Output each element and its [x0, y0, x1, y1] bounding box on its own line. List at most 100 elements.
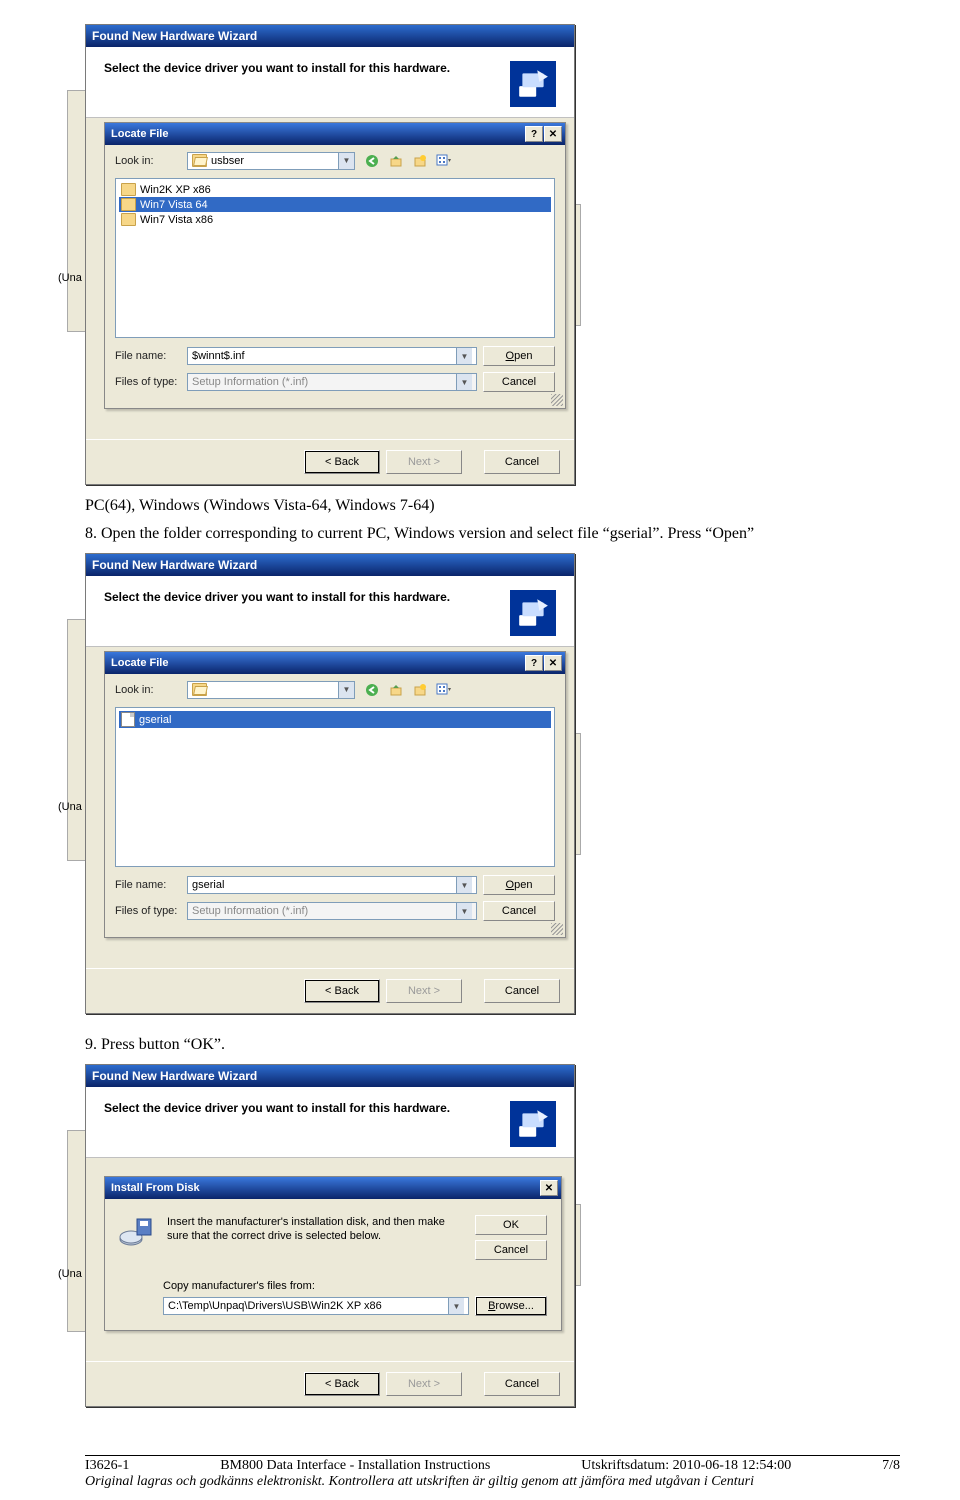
- cancel-button[interactable]: Cancel: [483, 372, 555, 392]
- file-list[interactable]: Win2K XP x86 Win7 Vista 64 Win7 Vista x8…: [115, 178, 555, 338]
- wizard-title: Found New Hardware Wizard: [92, 29, 257, 43]
- wizard-cancel-button[interactable]: Cancel: [484, 1372, 560, 1396]
- wizard-title: Found New Hardware Wizard: [92, 558, 257, 572]
- back-button[interactable]: < Back: [304, 1372, 380, 1396]
- page-number: 7/8: [882, 1458, 900, 1474]
- dropdown-arrow-icon[interactable]: ▼: [338, 682, 354, 698]
- dropdown-arrow-icon[interactable]: ▼: [456, 877, 472, 893]
- wizard-titlebar[interactable]: Found New Hardware Wizard: [86, 25, 574, 47]
- look-in-label: Look in:: [115, 155, 181, 167]
- folder-icon: [121, 183, 136, 196]
- look-in-combo[interactable]: ▼: [187, 681, 355, 699]
- hardware-wizard-dialog-1: Found New Hardware Wizard Select the dev…: [85, 24, 575, 485]
- install-title: Install From Disk: [111, 1182, 200, 1194]
- filename-input[interactable]: $winnt$.inf▼: [187, 347, 477, 365]
- device-icon: [510, 590, 556, 636]
- open-button[interactable]: Open: [483, 875, 555, 895]
- resize-grip[interactable]: [551, 923, 563, 935]
- help-button[interactable]: ?: [525, 655, 543, 671]
- filename-label: File name:: [115, 879, 181, 891]
- file-item[interactable]: gserial: [119, 711, 551, 728]
- footer-disclaimer: Original lagras och godkänns elektronisk…: [85, 1474, 900, 1490]
- background-text: (Una: [58, 801, 82, 813]
- wizard-heading: Select the device driver you want to ins…: [104, 590, 496, 604]
- cancel-button[interactable]: Cancel: [475, 1240, 547, 1260]
- copy-from-label: Copy manufacturer's files from:: [163, 1280, 547, 1292]
- filename-label: File name:: [115, 350, 181, 362]
- folder-open-icon: [192, 154, 207, 167]
- dropdown-arrow-icon[interactable]: ▼: [338, 153, 354, 169]
- look-in-label: Look in:: [115, 684, 181, 696]
- filetype-label: Files of type:: [115, 376, 181, 388]
- look-in-value: usbser: [211, 155, 334, 167]
- up-folder-icon[interactable]: [385, 679, 406, 700]
- background-text: (Una: [58, 1268, 82, 1280]
- wizard-heading: Select the device driver you want to ins…: [104, 1101, 496, 1115]
- dropdown-arrow-icon[interactable]: ▼: [456, 348, 472, 364]
- dropdown-arrow-icon[interactable]: ▼: [456, 903, 472, 919]
- doc-title: BM800 Data Interface - Installation Inst…: [220, 1458, 490, 1474]
- browse-button[interactable]: Browse...: [475, 1296, 547, 1316]
- dropdown-arrow-icon[interactable]: ▼: [456, 374, 472, 390]
- locate-file-title: Locate File: [111, 128, 168, 140]
- filename-input[interactable]: gserial▼: [187, 876, 477, 894]
- cancel-button[interactable]: Cancel: [483, 901, 555, 921]
- next-button: Next >: [386, 979, 462, 1003]
- back-button[interactable]: < Back: [304, 979, 380, 1003]
- filetype-combo[interactable]: Setup Information (*.inf)▼: [187, 373, 477, 391]
- new-folder-icon[interactable]: [409, 679, 430, 700]
- back-nav-icon[interactable]: [361, 679, 382, 700]
- filetype-combo[interactable]: Setup Information (*.inf)▼: [187, 902, 477, 920]
- help-button[interactable]: ?: [525, 126, 543, 142]
- close-button[interactable]: ✕: [544, 126, 562, 142]
- hardware-wizard-dialog-3: Found New Hardware Wizard Select the dev…: [85, 1064, 575, 1407]
- caption-pc64: PC(64), Windows (Windows Vista-64, Windo…: [85, 497, 900, 515]
- wizard-title: Found New Hardware Wizard: [92, 1069, 257, 1083]
- close-button[interactable]: ✕: [540, 1180, 558, 1196]
- folder-open-icon: [192, 683, 207, 696]
- print-date: Utskriftsdatum: 2010-06-18 12:54:00: [581, 1458, 791, 1474]
- look-in-combo[interactable]: usbser ▼: [187, 152, 355, 170]
- page-footer: I3626-1 BM800 Data Interface - Installat…: [85, 1455, 900, 1474]
- device-icon: [510, 61, 556, 107]
- hardware-wizard-dialog-2: Found New Hardware Wizard Select the dev…: [85, 553, 575, 1014]
- new-folder-icon[interactable]: [409, 150, 430, 171]
- caption-step9: 9. Press button “OK”.: [85, 1036, 900, 1054]
- install-instruction: Insert the manufacturer's installation d…: [167, 1215, 461, 1260]
- background-text: (Una: [58, 272, 82, 284]
- copy-from-combo[interactable]: C:\Temp\Unpaq\Drivers\USB\Win2K XP x86▼: [163, 1297, 469, 1315]
- file-icon: [121, 712, 135, 727]
- doc-id: I3626-1: [85, 1458, 129, 1474]
- view-menu-icon[interactable]: [433, 150, 454, 171]
- back-button[interactable]: < Back: [304, 450, 380, 474]
- file-list[interactable]: gserial: [115, 707, 555, 867]
- next-button: Next >: [386, 450, 462, 474]
- folder-icon: [121, 198, 136, 211]
- wizard-titlebar[interactable]: Found New Hardware Wizard: [86, 1065, 574, 1087]
- wizard-titlebar[interactable]: Found New Hardware Wizard: [86, 554, 574, 576]
- dropdown-arrow-icon[interactable]: ▼: [448, 1298, 464, 1314]
- install-from-disk-dialog: Install From Disk ✕ Insert the manufactu…: [104, 1176, 562, 1331]
- up-folder-icon[interactable]: [385, 150, 406, 171]
- device-icon: [510, 1101, 556, 1147]
- wizard-cancel-button[interactable]: Cancel: [484, 450, 560, 474]
- wizard-cancel-button[interactable]: Cancel: [484, 979, 560, 1003]
- file-item[interactable]: Win7 Vista 64: [119, 197, 551, 212]
- open-button[interactable]: Open: [483, 346, 555, 366]
- filetype-label: Files of type:: [115, 905, 181, 917]
- file-item[interactable]: Win7 Vista x86: [119, 212, 551, 227]
- locate-file-dialog: Locate File ? ✕ Look in: ▼: [104, 651, 566, 938]
- close-button[interactable]: ✕: [544, 655, 562, 671]
- next-button: Next >: [386, 1372, 462, 1396]
- caption-step8: 8. Open the folder corresponding to curr…: [85, 525, 900, 543]
- wizard-heading: Select the device driver you want to ins…: [104, 61, 496, 75]
- back-nav-icon[interactable]: [361, 150, 382, 171]
- disk-icon: [119, 1215, 153, 1249]
- ok-button[interactable]: OK: [475, 1215, 547, 1235]
- locate-file-dialog: Locate File ? ✕ Look in: usbser ▼: [104, 122, 566, 409]
- resize-grip[interactable]: [551, 394, 563, 406]
- folder-icon: [121, 213, 136, 226]
- view-menu-icon[interactable]: [433, 679, 454, 700]
- file-item[interactable]: Win2K XP x86: [119, 182, 551, 197]
- locate-file-title: Locate File: [111, 657, 168, 669]
